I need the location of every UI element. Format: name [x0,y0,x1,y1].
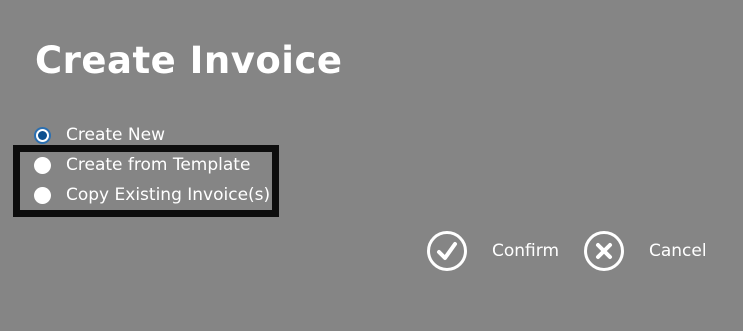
confirm-button[interactable]: Confirm [427,230,559,272]
close-icon [596,243,612,259]
cancel-label[interactable]: Cancel [649,240,707,262]
radio-create-new[interactable] [34,126,51,144]
option-label-copy-existing-invoices: Copy Existing Invoice(s) [66,185,271,205]
option-copy-existing-invoices[interactable]: Copy Existing Invoice(s) [34,184,270,206]
close-circle-icon[interactable] [584,231,624,271]
option-create-from-template[interactable]: Create from Template [34,154,250,176]
check-icon [437,242,457,260]
dialog-title: Create Invoice [35,39,343,82]
option-label-create-new: Create New [66,125,165,145]
create-invoice-dialog: Create Invoice Create New Create from Te… [0,0,743,331]
confirm-label[interactable]: Confirm [492,240,559,262]
option-label-create-from-template: Create from Template [66,155,251,175]
cancel-button[interactable]: Cancel [584,230,707,272]
radio-create-from-template[interactable] [34,156,51,174]
check-circle-icon[interactable] [427,231,467,271]
radio-copy-existing-invoices[interactable] [34,186,51,204]
option-create-new[interactable]: Create New [34,124,165,146]
